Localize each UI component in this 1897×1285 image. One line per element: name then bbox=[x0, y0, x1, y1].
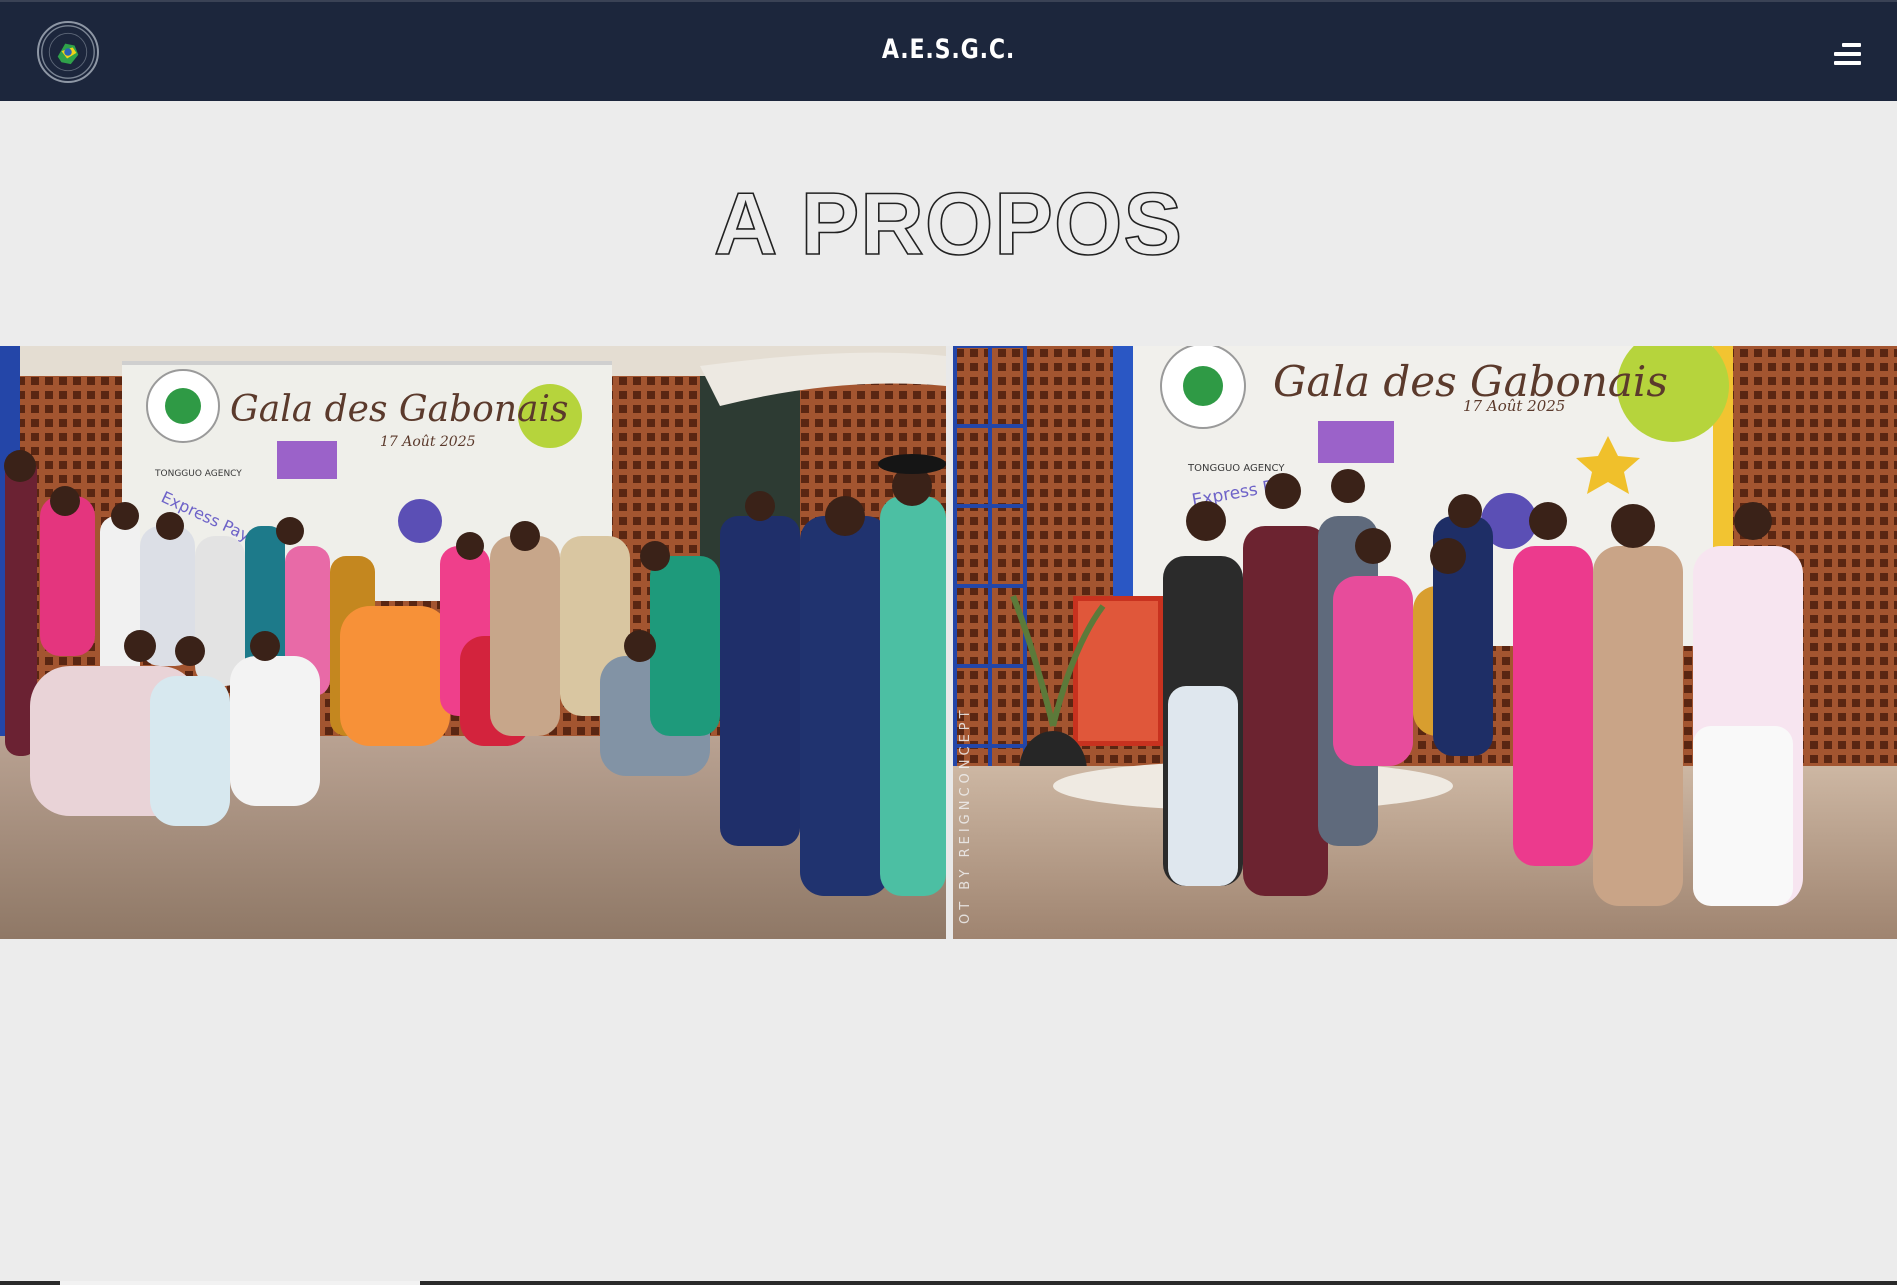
banner-date-text: 17 Août 2025 bbox=[1463, 397, 1565, 415]
banner-date-text: 17 Août 2025 bbox=[380, 434, 476, 450]
gallery-progress-track bbox=[0, 1281, 1897, 1285]
banner-sponsor-text: TONGGUO AGENCY bbox=[154, 469, 242, 479]
top-navbar: A.E.S.G.C. bbox=[0, 0, 1897, 101]
page-title: A PROPOS bbox=[713, 173, 1184, 274]
banner-title-text: Gala des Gabonais bbox=[230, 389, 568, 430]
banner-sponsor-text: TONGGUO AGENCY bbox=[1187, 463, 1285, 474]
about-hero: A PROPOS bbox=[0, 101, 1897, 346]
gallery-photo-right[interactable]: Gala des Gabonais 17 Août 2025 TONGGUO A… bbox=[953, 346, 1897, 939]
association-emblem-icon bbox=[41, 25, 95, 79]
gallery-photo-left[interactable]: Gala des Gabonais 17 Août 2025 TONGGUO A… bbox=[0, 346, 946, 939]
site-brand-title[interactable]: A.E.S.G.C. bbox=[171, 34, 1727, 65]
hamburger-menu-icon[interactable] bbox=[1831, 39, 1861, 69]
gallery-divider bbox=[946, 346, 953, 939]
group-photo-image: Gala des Gabonais 17 Août 2025 TONGGUO A… bbox=[0, 346, 946, 939]
group-photo-image: Gala des Gabonais 17 Août 2025 TONGGUO A… bbox=[953, 346, 1897, 939]
association-logo[interactable] bbox=[37, 21, 99, 83]
photo-watermark: OT BY REIGNCONCEPT bbox=[958, 706, 973, 924]
photo-gallery: Gala des Gabonais 17 Août 2025 TONGGUO A… bbox=[0, 346, 1897, 1285]
gallery-progress-thumb[interactable] bbox=[60, 1281, 420, 1285]
